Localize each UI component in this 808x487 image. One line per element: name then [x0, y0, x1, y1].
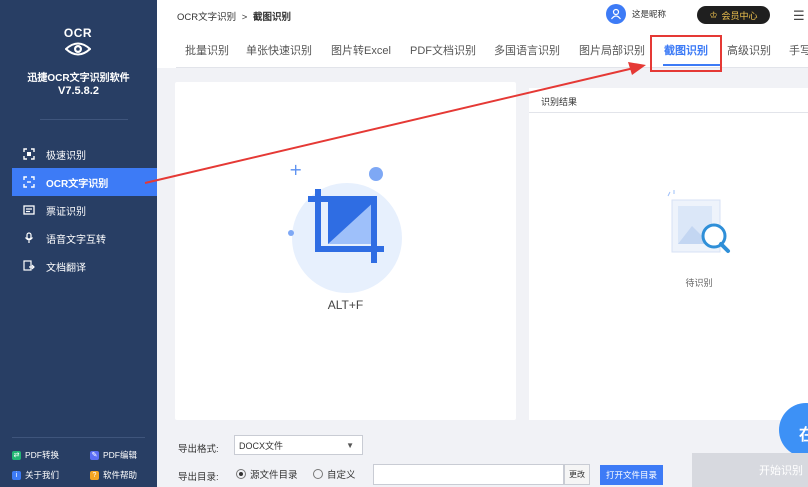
- sidebar-item-translate[interactable]: 文档翻译: [12, 252, 157, 280]
- sidebar-divider: [40, 119, 128, 120]
- annotation-highlight-box: [650, 35, 722, 72]
- sidebar: OCR 迅捷OCR文字识别软件 V7.5.8.2 极速识别 OCR文字识别 票证…: [0, 0, 157, 487]
- export-path-input[interactable]: [373, 464, 564, 485]
- sidebar-nav: 极速识别 OCR文字识别 票证识别 语音文字互转 文档翻译: [12, 140, 157, 280]
- sidebar-item-label: 极速识别: [46, 150, 86, 162]
- export-dir-label: 导出目录:: [178, 472, 219, 483]
- sidebar-item-label: 文档翻译: [46, 262, 86, 274]
- export-format-select[interactable]: DOCX文件 ▼: [234, 435, 363, 455]
- avatar: [606, 4, 626, 24]
- result-header: 识别结果: [529, 88, 808, 113]
- radio-label: 源文件目录: [250, 470, 298, 481]
- export-format-label: 导出格式:: [178, 444, 219, 455]
- link-label: 关于我们: [25, 470, 60, 480]
- pdf-edit-link[interactable]: ✎ PDF编辑: [78, 449, 156, 461]
- breadcrumb: OCR文字识别 > 截图识别: [177, 9, 291, 23]
- change-dir-button[interactable]: 更改: [564, 464, 590, 485]
- about-us-link[interactable]: i 关于我们: [0, 469, 78, 481]
- app-name: 迅捷OCR文字识别软件 V7.5.8.2: [0, 72, 157, 98]
- help-icon: ?: [90, 470, 99, 480]
- ticket-icon: [22, 203, 36, 217]
- vip-center-button[interactable]: ♔ 会员中心: [697, 6, 770, 24]
- radio-source-dir[interactable]: 源文件目录: [236, 467, 298, 481]
- tab-handwriting[interactable]: 手写: [789, 42, 808, 58]
- pending-status: 待识别: [685, 278, 713, 288]
- about-icon: i: [12, 470, 21, 480]
- ocr-frame-icon: [22, 175, 36, 189]
- sidebar-item-label: 票证识别: [46, 206, 86, 218]
- bottom-divider: [12, 437, 145, 438]
- tab-partial-image[interactable]: 图片局部识别: [579, 42, 645, 58]
- sidebar-item-label: 语音文字互转: [46, 234, 106, 246]
- sidebar-item-voice[interactable]: 语音文字互转: [12, 224, 157, 252]
- username: 这是昵称: [632, 9, 667, 19]
- pdf-convert-icon: ⇄: [12, 450, 21, 460]
- tab-advanced[interactable]: 高级识别: [727, 42, 771, 58]
- pending-recognition-icon: [667, 190, 730, 253]
- sidebar-item-quick[interactable]: 极速识别: [12, 140, 157, 168]
- tab-multilang[interactable]: 多国语言识别: [494, 42, 560, 58]
- radio-label: 自定义: [327, 470, 356, 481]
- open-dir-button[interactable]: 打开文件目录: [600, 465, 663, 485]
- bottom-links: ⇄ PDF转换 ✎ PDF编辑 i 关于我们 ? 软件帮助: [0, 445, 157, 485]
- radio-unchecked-icon: [313, 469, 323, 479]
- radio-checked-icon: [236, 469, 246, 479]
- export-format-value: DOCX文件: [239, 441, 284, 451]
- svg-text:+: +: [289, 160, 302, 179]
- tab-single-quick[interactable]: 单张快速识别: [246, 42, 312, 58]
- crop-icon[interactable]: +: [280, 155, 415, 285]
- link-label: PDF编辑: [103, 450, 138, 460]
- sidebar-item-ocr[interactable]: OCR文字识别: [12, 168, 157, 196]
- user-profile[interactable]: 这是昵称: [606, 4, 666, 24]
- breadcrumb-current: 截图识别: [252, 12, 291, 23]
- link-label: PDF转换: [25, 450, 60, 460]
- app-version: V7.5.8.2: [58, 85, 99, 97]
- tab-image-to-excel[interactable]: 图片转Excel: [331, 42, 391, 58]
- app-title: 迅捷OCR文字识别软件: [27, 73, 130, 84]
- start-recognition-button[interactable]: 开始识别: [692, 453, 808, 487]
- top-bar: OCR文字识别 > 截图识别 这是昵称 ♔ 会员中心 ☰: [157, 0, 808, 30]
- eye-icon: [65, 42, 91, 56]
- pdf-convert-link[interactable]: ⇄ PDF转换: [0, 449, 78, 461]
- breadcrumb-separator: >: [241, 12, 248, 23]
- help-link[interactable]: ? 软件帮助: [78, 469, 156, 481]
- shortcut-label: ALT+F: [327, 298, 364, 312]
- logo-text: OCR: [63, 26, 93, 40]
- vip-label: 会员中心: [721, 10, 758, 21]
- breadcrumb-parent[interactable]: OCR文字识别: [177, 12, 236, 23]
- dropdown-arrow-icon: ▼: [346, 441, 354, 450]
- sidebar-item-label: OCR文字识别: [46, 178, 109, 190]
- radio-custom-dir[interactable]: 自定义: [313, 467, 356, 481]
- quick-scan-icon: [22, 147, 36, 161]
- sidebar-item-ticket[interactable]: 票证识别: [12, 196, 157, 224]
- tab-pdf-doc[interactable]: PDF文档识别: [410, 42, 476, 58]
- tab-batch[interactable]: 批量识别: [185, 42, 229, 58]
- app-logo: OCR: [60, 26, 96, 60]
- translate-icon: [22, 259, 36, 273]
- pdf-edit-icon: ✎: [90, 450, 99, 460]
- link-label: 软件帮助: [103, 470, 138, 480]
- crown-icon: ♔: [709, 9, 718, 20]
- menu-icon[interactable]: ☰: [793, 8, 805, 24]
- microphone-icon: [22, 231, 36, 245]
